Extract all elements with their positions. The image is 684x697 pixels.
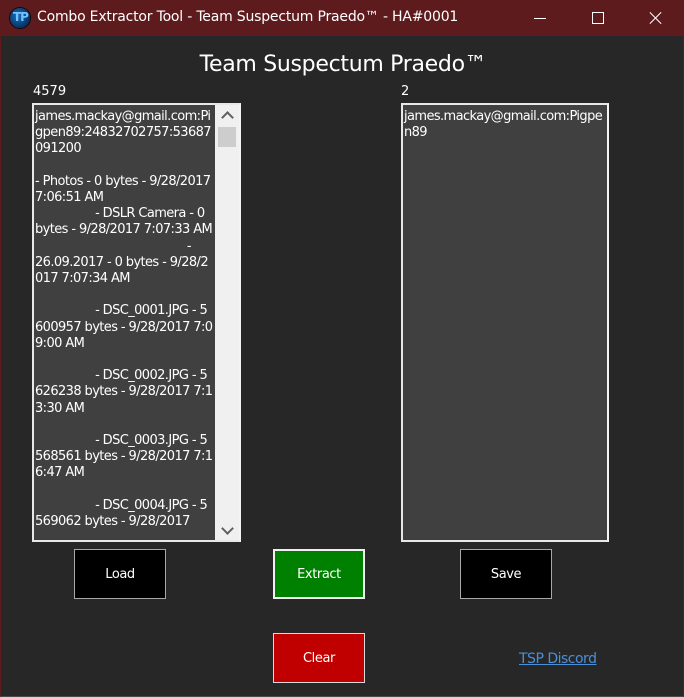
output-count-label: 2 — [401, 84, 410, 99]
page-title: Team Suspectum Praedo™ — [199, 52, 487, 77]
input-combo-textbox[interactable]: james.mackay@gmail.com:Pigpen89:24832702… — [32, 103, 241, 542]
window-title: Combo Extractor Tool - Team Suspectum Pr… — [37, 9, 459, 25]
title-bar[interactable]: TP Combo Extractor Tool - Team Suspectum… — [1, 0, 684, 36]
save-button[interactable]: Save — [460, 549, 552, 599]
extract-button[interactable]: Extract — [273, 549, 365, 599]
scroll-up-button[interactable] — [215, 105, 239, 125]
output-combo-text[interactable]: james.mackay@gmail.com:Pigpen89 — [404, 109, 605, 141]
close-icon — [650, 12, 662, 24]
app-icon-glyph: TP — [13, 10, 29, 24]
load-button[interactable]: Load — [74, 549, 166, 599]
input-count-label: 4579 — [33, 84, 67, 99]
clear-button[interactable]: Clear — [273, 633, 365, 683]
close-button[interactable] — [627, 0, 684, 36]
maximize-icon — [592, 12, 604, 24]
scroll-down-button[interactable] — [215, 520, 239, 540]
output-combo-textbox[interactable]: james.mackay@gmail.com:Pigpen89 — [401, 103, 609, 542]
chevron-up-icon — [220, 110, 234, 124]
app-window: TP Combo Extractor Tool - Team Suspectum… — [0, 0, 684, 697]
maximize-button[interactable] — [569, 0, 627, 36]
input-scrollbar[interactable] — [215, 105, 239, 540]
chevron-down-icon — [220, 521, 234, 535]
tsp-logo-icon: TP — [10, 8, 30, 28]
minimize-button[interactable] — [511, 0, 569, 36]
minimize-icon — [534, 17, 546, 19]
tsp-discord-link[interactable]: TSP Discord — [519, 651, 597, 667]
scroll-thumb[interactable] — [218, 127, 236, 147]
input-combo-text[interactable]: james.mackay@gmail.com:Pigpen89:24832702… — [35, 109, 213, 530]
